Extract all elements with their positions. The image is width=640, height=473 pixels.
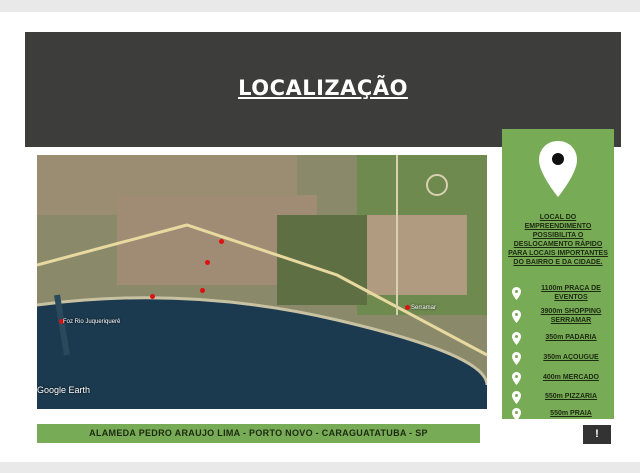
location-pin-icon — [512, 408, 521, 421]
list-item: 350m AÇOUGUE — [512, 349, 612, 367]
map-label-foz: Foz Rio Juqueriquerê — [63, 319, 121, 325]
poi-label: 550m PRAIA — [550, 410, 592, 417]
map-marker — [219, 239, 224, 244]
list-item: 1100m PRAÇA DE EVENTOS — [512, 284, 612, 302]
map-marker — [205, 260, 210, 265]
location-pin-icon — [512, 287, 521, 300]
satellite-map: Foz Rio Juqueriquerê Serramar Google Ear… — [37, 155, 487, 409]
list-item: 550m PIZZARIA — [512, 388, 612, 406]
map-image — [37, 155, 487, 409]
slide: LOCALIZAÇÃO Foz Rio Juqueriquerê Serrama… — [0, 12, 640, 462]
poi-label: 1100m PRAÇA DE EVENTOS — [541, 285, 601, 301]
list-item: 350m PADARIA — [512, 329, 612, 347]
address-bar: ALAMEDA PEDRO ARAUJO LIMA - PORTO NOVO -… — [37, 424, 480, 443]
location-pin-icon — [512, 352, 521, 365]
page-title: LOCALIZAÇÃO — [238, 76, 408, 100]
poi-label: 550m PIZZARIA — [544, 393, 598, 400]
list-item: 550m PRAIA — [512, 405, 612, 423]
poi-label: 350m PADARIA — [545, 334, 597, 341]
info-button[interactable]: ! — [583, 425, 611, 444]
location-pin-icon — [539, 141, 577, 197]
poi-label: 3900m SHOPPING SERRAMAR — [540, 308, 602, 324]
info-panel: LOCAL DO EMPREENDIMENTO POSSIBILITA O DE… — [502, 129, 614, 421]
map-marker — [405, 305, 410, 310]
map-marker — [200, 288, 205, 293]
location-pin-icon — [512, 310, 521, 323]
google-earth-watermark: Google Earth — [37, 385, 91, 395]
poi-label: 400m MERCADO — [542, 374, 599, 381]
location-pin-icon — [512, 391, 521, 404]
map-label-serramar: Serramar — [411, 305, 437, 311]
poi-label: 350m AÇOUGUE — [543, 354, 599, 361]
map-marker — [150, 294, 155, 299]
location-pin-icon — [512, 332, 521, 345]
intro-text: LOCAL DO EMPREENDIMENTO POSSIBILITA O DE… — [508, 214, 608, 266]
list-item: 400m MERCADO — [512, 369, 612, 387]
list-item: 3900m SHOPPING SERRAMAR — [512, 307, 612, 325]
location-pin-icon — [512, 372, 521, 385]
